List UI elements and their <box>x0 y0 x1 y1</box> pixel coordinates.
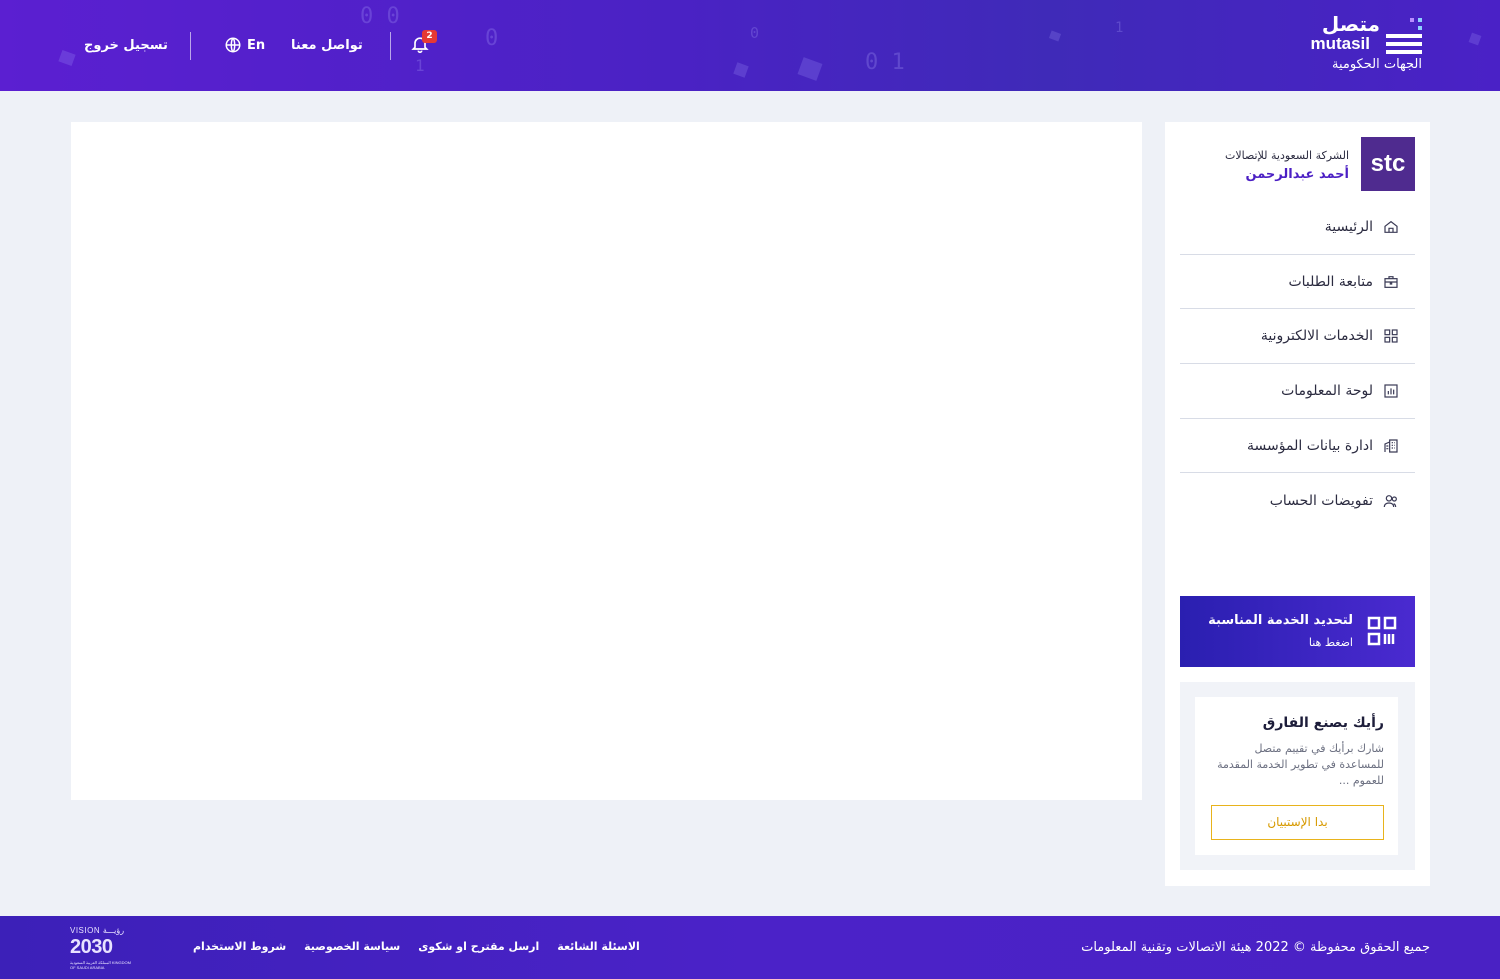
logout-link[interactable]: تسجيل خروج <box>84 30 168 60</box>
language-label: En <box>247 37 266 53</box>
grid-icon <box>1384 329 1398 343</box>
service-finder-banner[interactable]: لتحديد الخدمة المناسبة اضغط هنا <box>1180 596 1415 667</box>
feedback-title: رأيك يصنع الفارق <box>1262 715 1384 731</box>
logo-subtitle: الجهات الحكومية <box>1331 57 1422 72</box>
notification-count-badge: 2 <box>422 30 437 43</box>
user-profile: stc الشركة السعودية للإتصالات أحمد عبدال… <box>1180 137 1415 191</box>
footer-links: شروط الاستخدام سياسة الخصوصية ارسل مقترح… <box>193 940 640 953</box>
logo-english-text: mutasil <box>1310 34 1370 53</box>
user-name: أحمد عبدالرحمن <box>1245 167 1349 182</box>
sidebar-item-label: تفويضات الحساب <box>1269 492 1373 509</box>
organization-name: الشركة السعودية للإتصالات <box>1225 149 1349 162</box>
sidebar-item-label: الخدمات الالكترونية <box>1260 328 1373 345</box>
organization-logo: stc <box>1361 137 1415 191</box>
vision-number: 2030 <box>70 936 113 958</box>
feedback-card-inner: رأيك يصنع الفارق شارك برأيك في تقييم متص… <box>1195 697 1398 855</box>
sidebar-item-track-requests[interactable]: متابعة الطلبات <box>1180 255 1415 310</box>
notifications-button[interactable]: 2 <box>410 30 437 56</box>
contact-us-link[interactable]: تواصل معنا <box>291 30 363 60</box>
sidebar-item-label: لوحة المعلومات <box>1281 382 1373 399</box>
feedback-card: رأيك يصنع الفارق شارك برأيك في تقييم متص… <box>1180 682 1415 870</box>
vision-country: المملكة العربية السعودية KINGDOM OF SAUD… <box>70 960 131 970</box>
footer-link-terms[interactable]: شروط الاستخدام <box>193 940 286 953</box>
sidebar-item-label: ادارة بيانات المؤسسة <box>1247 437 1373 454</box>
building-icon <box>1384 438 1398 453</box>
sidebar-menu: الرئيسية متابعة الطلبات الخدمات الالكترو… <box>1180 200 1415 528</box>
logout-label: تسجيل خروج <box>84 37 168 53</box>
main-content-panel <box>71 122 1142 800</box>
footer: جميع الحقوق محفوظة © 2022 هيئة الاتصالات… <box>0 916 1500 979</box>
briefcase-icon <box>1384 275 1398 288</box>
sidebar-item-label: متابعة الطلبات <box>1288 273 1373 290</box>
sidebar-item-label: الرئيسية <box>1324 218 1373 235</box>
users-icon <box>1383 494 1397 507</box>
sidebar-item-organization-data[interactable]: ادارة بيانات المؤسسة <box>1180 419 1415 474</box>
sidebar-item-home[interactable]: الرئيسية <box>1180 200 1415 255</box>
copyright-text: جميع الحقوق محفوظة © 2022 هيئة الاتصالات… <box>1081 940 1430 955</box>
header-divider <box>390 32 391 60</box>
home-icon <box>1384 220 1398 233</box>
sidebar: stc الشركة السعودية للإتصالات أحمد عبدال… <box>1165 122 1430 886</box>
feedback-description: شارك برأيك في تقييم متصل للمساعدة في تطو… <box>1217 742 1384 787</box>
logo-bars-icon <box>1386 16 1422 54</box>
start-survey-button[interactable]: بدا الإستبيان <box>1211 805 1384 840</box>
vision-label: VISION رؤيـــة <box>70 926 125 935</box>
header-divider <box>190 32 191 60</box>
contact-us-label: تواصل معنا <box>291 37 363 53</box>
qr-grid-icon <box>1367 616 1397 646</box>
language-switch[interactable]: En <box>224 30 265 60</box>
sidebar-item-dashboard[interactable]: لوحة المعلومات <box>1180 364 1415 419</box>
footer-link-faq[interactable]: الاسئلة الشائعة <box>557 940 640 953</box>
banner-subtitle: اضغط هنا <box>1308 636 1353 649</box>
sidebar-item-e-services[interactable]: الخدمات الالكترونية <box>1180 309 1415 365</box>
footer-link-privacy[interactable]: سياسة الخصوصية <box>304 940 400 953</box>
chart-icon <box>1384 384 1398 398</box>
vision-2030-logo: VISION رؤيـــة 2030 المملكة العربية السع… <box>70 926 134 970</box>
banner-title: لتحديد الخدمة المناسبة <box>1208 613 1353 628</box>
mutasil-logo[interactable]: متصل mutasil الجهات الحكومية <box>1302 12 1422 74</box>
globe-icon <box>225 37 241 53</box>
footer-link-suggestion[interactable]: ارسل مقترح او شكوى <box>418 940 539 953</box>
sidebar-item-account-delegations[interactable]: تفويضات الحساب <box>1180 473 1415 528</box>
top-header: 0 0 0 0 0 1 1 1 متصل mutasil الجهات الحك… <box>0 0 1500 91</box>
logo-arabic-text: متصل <box>1321 12 1380 36</box>
